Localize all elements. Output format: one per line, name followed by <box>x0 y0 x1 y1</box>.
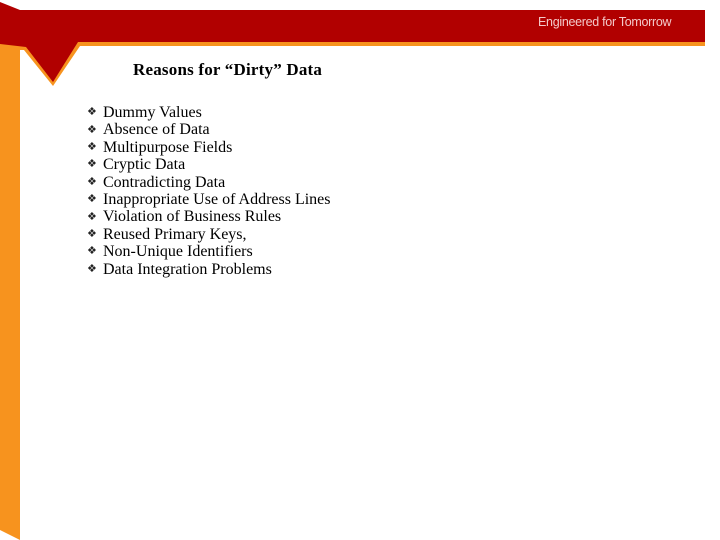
list-item-text: Reused Primary Keys, <box>103 225 247 243</box>
diamond-bullet-icon: ❖ <box>87 193 97 206</box>
list-item-text: Multipurpose Fields <box>103 138 233 156</box>
list-item: ❖ Cryptic Data <box>87 156 331 173</box>
diamond-bullet-icon: ❖ <box>87 245 97 258</box>
list-item-text: Cryptic Data <box>103 156 186 174</box>
diamond-bullet-icon: ❖ <box>87 262 97 275</box>
diamond-bullet-icon: ❖ <box>87 228 97 241</box>
list-item-text: Dummy Values <box>103 104 202 121</box>
list-item-text: Violation of Business Rules <box>103 208 282 226</box>
left-accent-bar <box>0 44 20 540</box>
diamond-bullet-icon: ❖ <box>87 141 97 154</box>
list-item-text: Absence of Data <box>103 121 210 139</box>
list-item-text: Inappropriate Use of Address Lines <box>103 191 331 209</box>
header-accent-stripe <box>0 40 705 86</box>
diamond-bullet-icon: ❖ <box>87 106 97 119</box>
list-item: ❖ Data Integration Problems <box>87 261 331 278</box>
diamond-bullet-icon: ❖ <box>87 123 97 136</box>
list-item-text: Contradicting Data <box>103 173 226 191</box>
list-item-text: Data Integration Problems <box>103 260 272 278</box>
diamond-bullet-icon: ❖ <box>87 175 97 188</box>
list-item: ❖ Reused Primary Keys, <box>87 226 331 243</box>
slide-title: Reasons for “Dirty” Data <box>133 60 323 79</box>
bullet-list: ❖ Dummy Values ❖ Absence of Data ❖ Multipur… <box>87 104 331 278</box>
list-item: ❖ Multipurpose Fields <box>87 139 331 156</box>
header-band <box>0 2 705 82</box>
list-item: ❖ Absence of Data <box>87 121 331 138</box>
list-item: ❖ Inappropriate Use of Address Lines <box>87 191 331 208</box>
list-item: ❖ Non-Unique Identifiers <box>87 243 331 260</box>
header-tagline: Engineered for Tomorrow <box>538 15 672 29</box>
list-item: ❖ Violation of Business Rules <box>87 208 331 225</box>
diamond-bullet-icon: ❖ <box>87 158 97 171</box>
list-item: ❖ Contradicting Data <box>87 174 331 191</box>
diamond-bullet-icon: ❖ <box>87 210 97 223</box>
list-item-text: Non-Unique Identifiers <box>103 243 253 261</box>
list-item: ❖ Dummy Values <box>87 104 331 121</box>
